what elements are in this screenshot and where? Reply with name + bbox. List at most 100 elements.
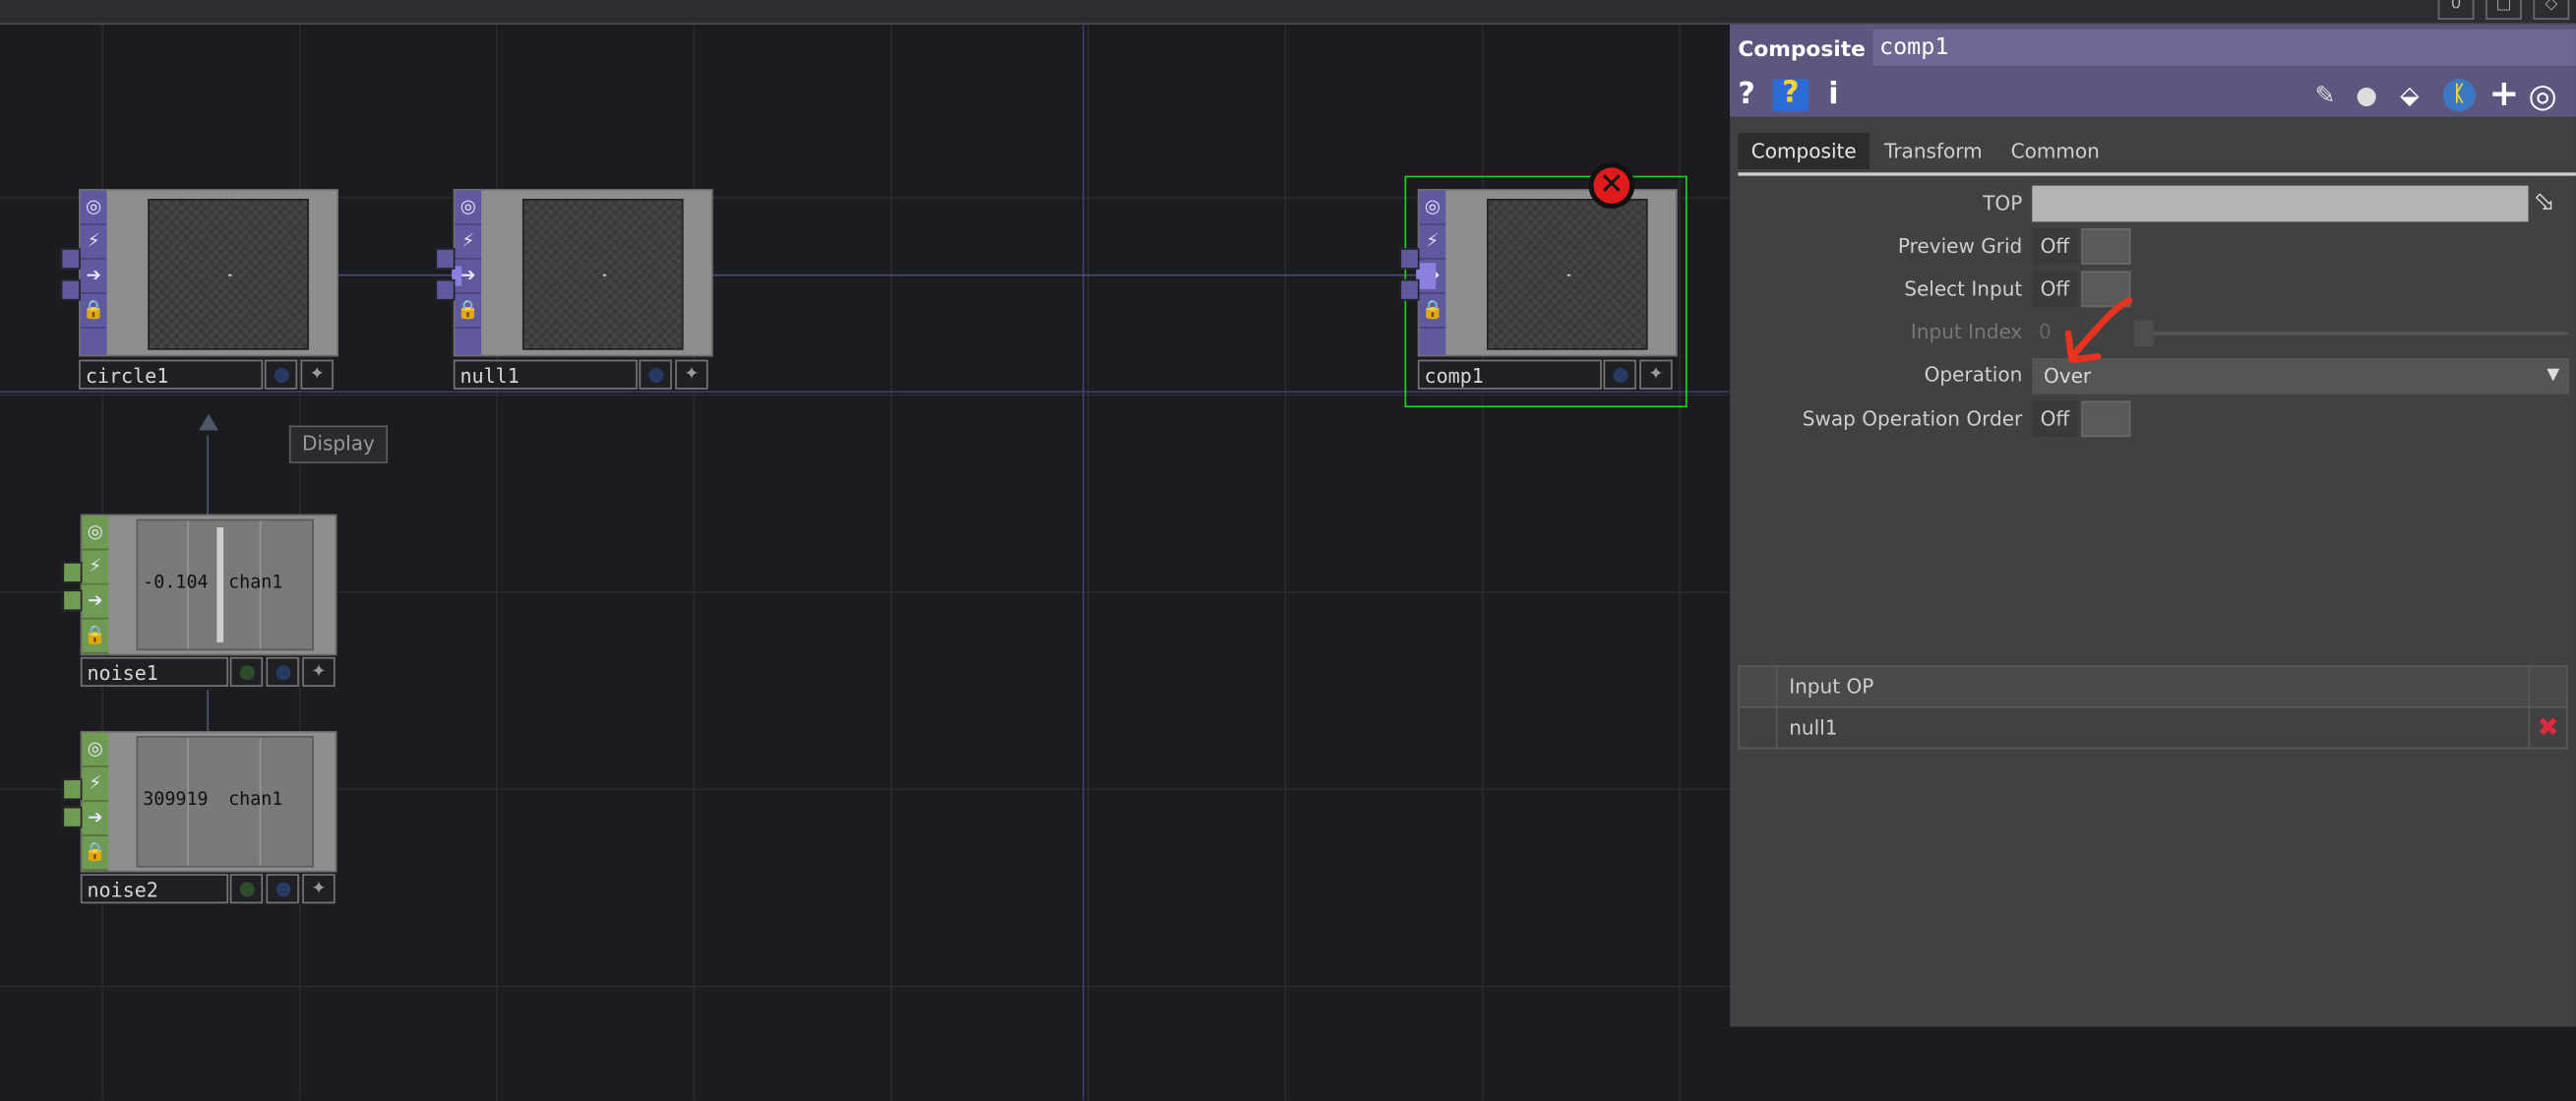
wire-noise2-noise1 bbox=[207, 690, 210, 733]
table-header: Input OP bbox=[1738, 665, 2568, 708]
output-connector[interactable] bbox=[435, 248, 456, 270]
display-flag-icon[interactable]: ➔ bbox=[80, 260, 107, 294]
chevron-down-icon: ▼ bbox=[2546, 366, 2560, 385]
panel-bottom-area bbox=[1730, 1026, 2576, 1101]
name-bar: comp1 ✦ bbox=[1417, 359, 1678, 390]
python-help-icon[interactable]: ? bbox=[1772, 78, 1809, 112]
parameter-tabs: Composite Transform Common bbox=[1738, 127, 2576, 176]
node-name[interactable]: noise1 bbox=[80, 656, 229, 687]
cook-flag-icon[interactable]: ⚡ bbox=[80, 225, 107, 260]
swap-order-toggle[interactable]: Off bbox=[2032, 400, 2131, 438]
node-name[interactable]: noise2 bbox=[80, 874, 229, 904]
target-icon[interactable]: ◎ bbox=[2529, 79, 2557, 111]
bypass-button[interactable] bbox=[229, 874, 264, 904]
table-row[interactable]: null1 ✖ bbox=[1738, 707, 2568, 750]
output-connector[interactable] bbox=[1399, 278, 1420, 301]
lock-flag-icon[interactable]: 🔒 bbox=[80, 294, 107, 329]
gear-icon[interactable]: ✦ bbox=[675, 359, 708, 390]
node-name[interactable]: null1 bbox=[453, 359, 638, 390]
error-icon[interactable]: ✕ bbox=[1588, 162, 1635, 210]
viewer-flag-icon[interactable]: ◎ bbox=[80, 191, 107, 225]
name-bar: noise1 ✦ bbox=[80, 656, 337, 687]
info-icon[interactable]: i bbox=[1828, 80, 1838, 110]
cook-flag-icon[interactable]: ⚡ bbox=[82, 550, 109, 585]
output-connector[interactable] bbox=[60, 278, 81, 301]
help-icon[interactable]: ? bbox=[1738, 80, 1754, 110]
lock-flag-icon[interactable]: 🔒 bbox=[82, 836, 109, 871]
output-connector[interactable] bbox=[62, 589, 83, 612]
input-index-value: 0 bbox=[2038, 320, 2052, 343]
top-param-field[interactable] bbox=[2032, 185, 2529, 222]
name-bar: noise2 ✦ bbox=[80, 874, 337, 904]
display-flag-icon[interactable]: ➔ bbox=[82, 802, 109, 836]
menu-button[interactable]: ◇ bbox=[2533, 0, 2570, 21]
top-param-label: TOP bbox=[1983, 192, 2023, 215]
tab-composite[interactable]: Composite bbox=[1738, 133, 1871, 169]
python-icon[interactable]: ᛕ bbox=[2442, 79, 2477, 112]
tab-transform[interactable]: Transform bbox=[1871, 133, 1995, 169]
display-flag-icon[interactable]: ➔ bbox=[82, 584, 109, 620]
output-connector[interactable] bbox=[62, 778, 83, 801]
wire-noise1-circle1 bbox=[207, 435, 210, 515]
op-type: Composite bbox=[1738, 37, 1866, 63]
wire-null1-comp1 bbox=[707, 274, 1420, 276]
window-button-0[interactable]: 0 bbox=[2437, 0, 2475, 21]
table-cell[interactable]: null1 bbox=[1789, 708, 1837, 748]
drag-arrow-icon[interactable]: ⬂ bbox=[2534, 186, 2555, 217]
output-connector[interactable] bbox=[60, 248, 81, 270]
tag-icon[interactable]: ⬙ bbox=[2400, 81, 2419, 110]
channel-name: chan1 bbox=[228, 572, 283, 593]
channel-name: chan1 bbox=[228, 788, 283, 811]
bypass-button[interactable] bbox=[229, 656, 264, 687]
cook-flag-icon[interactable]: ⚡ bbox=[1419, 225, 1446, 260]
node-viewer[interactable] bbox=[1486, 199, 1648, 350]
lock-flag-icon[interactable]: 🔒 bbox=[455, 294, 482, 329]
preview-grid-toggle[interactable]: Off bbox=[2032, 228, 2131, 265]
maximize-button[interactable]: □ bbox=[2485, 0, 2522, 21]
viewer-flag-icon[interactable]: ◎ bbox=[82, 733, 109, 767]
viewer-flag-icon[interactable]: ◎ bbox=[455, 191, 482, 225]
tab-common[interactable]: Common bbox=[1997, 133, 2113, 169]
pencil-icon[interactable]: ✎ bbox=[2314, 81, 2335, 110]
gear-icon[interactable]: ✦ bbox=[1639, 359, 1673, 390]
gear-icon[interactable]: ✦ bbox=[302, 874, 336, 904]
node-viewer[interactable] bbox=[148, 199, 309, 350]
cook-flag-icon[interactable]: ⚡ bbox=[455, 225, 482, 260]
node-name[interactable]: comp1 bbox=[1417, 359, 1602, 390]
parameter-panel: Composite comp1 ? ? i ✎ ● ⬙ ᛕ + ◎ Compos… bbox=[1730, 25, 2576, 1027]
output-connector[interactable] bbox=[435, 278, 456, 301]
viewer-flag-icon[interactable]: ◎ bbox=[1419, 191, 1446, 225]
channel-value: -0.104 bbox=[143, 572, 209, 593]
op-name-field[interactable]: comp1 bbox=[1872, 30, 2576, 66]
gear-icon[interactable]: ✦ bbox=[300, 359, 334, 390]
lock-flag-icon[interactable]: 🔒 bbox=[1419, 294, 1446, 329]
node-viewer[interactable] bbox=[521, 199, 684, 350]
bypass-button[interactable] bbox=[639, 359, 672, 390]
delete-icon[interactable]: ✖ bbox=[2528, 707, 2566, 748]
output-connector[interactable] bbox=[1399, 248, 1420, 270]
cook-flag-icon[interactable]: ⚡ bbox=[82, 767, 109, 802]
channel-value: 309919 bbox=[143, 788, 209, 811]
export-button[interactable] bbox=[266, 874, 299, 904]
output-connector[interactable] bbox=[62, 806, 83, 828]
panel-header: Composite comp1 ? ? i ✎ ● ⬙ ᛕ + ◎ bbox=[1730, 25, 2576, 117]
input-index-slider[interactable] bbox=[2133, 332, 2568, 336]
bypass-button[interactable] bbox=[1603, 359, 1636, 390]
plus-icon[interactable]: + bbox=[2488, 77, 2519, 113]
network-editor[interactable]: ◎ ⚡ ➔ 🔒 circle1 ✦ ◎ ⚡ ➔ 🔒 null1 ✦ ◎ ⚡ 🔒 … bbox=[0, 25, 1731, 1101]
viewer-flag-icon[interactable]: ◎ bbox=[82, 516, 109, 551]
select-input-label: Select Input bbox=[1904, 277, 2023, 301]
output-connector[interactable] bbox=[62, 562, 83, 583]
comment-icon[interactable]: ● bbox=[2356, 81, 2377, 110]
node-name[interactable]: circle1 bbox=[79, 359, 264, 390]
gear-icon[interactable]: ✦ bbox=[302, 656, 336, 687]
bypass-button[interactable] bbox=[264, 359, 298, 390]
channel-viewer[interactable]: -0.104 chan1 bbox=[136, 519, 314, 651]
name-bar: circle1 ✦ bbox=[79, 359, 338, 390]
lock-flag-icon[interactable]: 🔒 bbox=[82, 619, 109, 654]
wire-circle1-null1 bbox=[337, 274, 456, 276]
annotation-arrow-icon bbox=[2064, 297, 2133, 363]
input-op-table: Input OP null1 ✖ bbox=[1738, 665, 2568, 750]
channel-viewer[interactable]: 309919 chan1 bbox=[136, 735, 314, 868]
export-button[interactable] bbox=[266, 656, 299, 687]
